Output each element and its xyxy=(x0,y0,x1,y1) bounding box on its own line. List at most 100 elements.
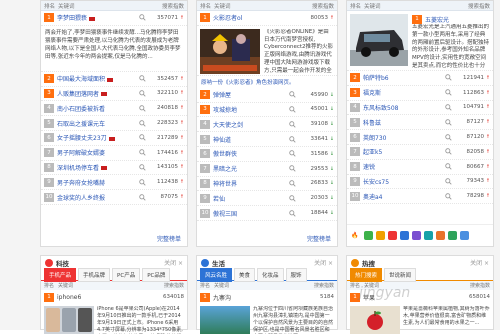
table-row[interactable]: 1 李梦田猥亵 357071 ↑ xyxy=(41,11,187,26)
table-row[interactable]: 8 深圳机场停车看 143105 ↑ xyxy=(41,161,187,176)
table-row[interactable]: 1 九寨沟 5184 xyxy=(197,290,337,304)
keyword-link[interactable]: iphone6 xyxy=(57,294,156,301)
tab-clothing[interactable]: 服饰 xyxy=(285,267,307,282)
keyword-link[interactable]: 若仙 xyxy=(213,194,285,203)
tab-pc-products[interactable]: PC产品 xyxy=(112,267,141,282)
search-icon[interactable] xyxy=(139,90,146,97)
app-icon[interactable] xyxy=(400,231,410,240)
search-icon[interactable] xyxy=(139,14,146,22)
search-icon[interactable] xyxy=(139,164,146,171)
tab-phone-brands[interactable]: 手机品牌 xyxy=(78,267,111,282)
search-icon[interactable] xyxy=(289,165,296,172)
search-icon[interactable] xyxy=(139,105,146,112)
keyword-link[interactable]: 速锐 xyxy=(363,162,441,171)
keyword-link[interactable]: 长安cs75 xyxy=(363,177,441,186)
tab-food[interactable]: 美食 xyxy=(234,267,256,282)
table-row[interactable]: 10 奥迪a4 78298 ↑ xyxy=(347,189,493,205)
table-row[interactable]: 5 神仙道 33641 ↓ xyxy=(197,132,337,147)
close-button[interactable]: 关闭 × xyxy=(470,258,489,267)
app-icon[interactable] xyxy=(448,231,458,240)
keyword-link[interactable]: 弹弹屋 xyxy=(213,90,285,99)
keyword-link[interactable]: 福克斯 xyxy=(363,88,441,97)
close-button[interactable]: 关闭 × xyxy=(314,258,333,267)
table-row[interactable]: 6 英朗730 87120 ↑ xyxy=(347,130,493,145)
search-icon[interactable] xyxy=(289,91,296,98)
search-icon[interactable] xyxy=(139,179,146,186)
table-row[interactable]: 10 傲视三国 18844 ↓ xyxy=(197,206,337,221)
search-icon[interactable] xyxy=(139,193,146,201)
table-row[interactable]: 7 男子阿解破女婿婆 174416 ↑ xyxy=(41,146,187,161)
search-icon[interactable] xyxy=(289,135,296,143)
keyword-link[interactable]: 英朗730 xyxy=(363,133,441,142)
tab-phone-products[interactable]: 手机产品 xyxy=(44,267,77,282)
search-icon[interactable] xyxy=(445,133,452,141)
keyword-link[interactable]: 南小石团委被拆看 xyxy=(57,104,135,113)
table-row[interactable]: 5 科鲁兹 87127 ↑ xyxy=(347,115,493,131)
keyword-link[interactable]: 黑暗之光 xyxy=(213,164,285,173)
keyword-link[interactable]: 人贩集团落网者 xyxy=(57,89,135,98)
tab-pc-brands[interactable]: PC品牌 xyxy=(142,267,171,282)
table-row[interactable]: 3 人贩集团落网者 322110 ↑ xyxy=(41,87,187,102)
app-icon[interactable] xyxy=(460,231,470,240)
close-button[interactable]: 关闭 × xyxy=(164,258,183,267)
keyword-link[interactable]: 起亚k5 xyxy=(363,147,441,156)
search-icon[interactable] xyxy=(139,75,146,82)
table-row[interactable]: 9 男子奔府女抢嘴赫 112438 ↑ xyxy=(41,175,187,191)
table-row[interactable]: 9 长安cs75 79343 ↑ xyxy=(347,175,493,190)
keyword-link[interactable]: 男子奔府女抢嘴赫 xyxy=(57,178,135,187)
search-icon[interactable] xyxy=(445,119,452,126)
search-icon[interactable] xyxy=(445,74,452,82)
search-icon[interactable] xyxy=(289,150,296,157)
tab-scenic[interactable]: 风云名胜 xyxy=(200,267,233,282)
keyword-link[interactable]: 神将世界 xyxy=(213,179,285,188)
search-icon[interactable] xyxy=(139,119,146,127)
keyword-link[interactable]: 女子摇腰丈夫23刀 xyxy=(57,133,135,142)
table-row[interactable]: 2 弹弹屋 45990 ↓ xyxy=(197,88,337,103)
search-icon[interactable] xyxy=(445,193,452,200)
search-icon[interactable] xyxy=(445,178,452,185)
search-icon[interactable] xyxy=(139,149,146,156)
keyword-link[interactable]: 李梦田猥亵 xyxy=(57,13,135,22)
table-row[interactable]: 8 速锐 80667 ↑ xyxy=(347,160,493,175)
keyword-link[interactable]: 大天使之剑 xyxy=(213,120,285,129)
search-icon[interactable] xyxy=(445,148,452,155)
table-row[interactable]: 4 东风标致508 104791 ↑ xyxy=(347,101,493,116)
keyword-link[interactable]: 傲视三国 xyxy=(213,209,285,218)
keyword-link[interactable]: 深圳机场停车看 xyxy=(57,163,135,172)
tab-news[interactable]: 世说新闻 xyxy=(384,267,417,282)
more-link[interactable]: 完整榜单 xyxy=(157,234,181,243)
app-icon[interactable] xyxy=(376,231,386,240)
table-row[interactable]: 3 攻城掠地 45001 ↓ xyxy=(197,103,337,118)
table-row[interactable]: 4 大天使之剑 39108 ↓ xyxy=(197,117,337,133)
keyword-link[interactable]: 科鲁兹 xyxy=(363,118,441,127)
table-row[interactable]: 9 若仙 20303 ↓ xyxy=(197,191,337,207)
more-link[interactable]: 完整榜单 xyxy=(307,234,331,243)
search-icon[interactable] xyxy=(289,121,296,128)
keyword-link[interactable]: 石取出之援课元车 xyxy=(57,119,135,128)
table-row[interactable]: 8 神将世界 26833 ↓ xyxy=(197,177,337,192)
table-row[interactable]: 2 中国最大海域面积 352457 ↑ xyxy=(41,72,187,87)
app-icon[interactable] xyxy=(364,231,374,240)
table-row[interactable]: 6 女子摇腰丈夫23刀 217289 ↑ xyxy=(41,131,187,146)
app-icon[interactable] xyxy=(424,231,434,240)
search-icon[interactable] xyxy=(289,195,296,202)
car-thumbnail[interactable] xyxy=(350,14,408,66)
search-icon[interactable] xyxy=(445,104,452,111)
search-icon[interactable] xyxy=(289,180,296,187)
app-icon[interactable] xyxy=(436,231,446,240)
app-icon[interactable] xyxy=(412,231,422,240)
keyword-link[interactable]: 火影忍者ol xyxy=(213,13,300,22)
tab-hot-search[interactable]: 热门搜索 xyxy=(350,267,383,282)
keyword-link[interactable]: 神仙道 xyxy=(213,135,285,144)
table-row[interactable]: 7 起亚k5 82058 ↑ xyxy=(347,145,493,160)
keyword-link[interactable]: 中国最大海域面积 xyxy=(57,74,135,83)
keyword-link[interactable]: 金球奖的人乡终报 xyxy=(57,193,135,202)
keyword-link[interactable]: 男子阿解破女婿婆 xyxy=(57,148,135,157)
search-icon[interactable] xyxy=(445,163,452,170)
keyword-link[interactable]: 东风标致508 xyxy=(363,103,441,112)
table-row[interactable]: 5 石取出之援课元车 228323 ↑ xyxy=(41,116,187,131)
table-row[interactable]: 1 iphone6 634018 xyxy=(41,290,187,304)
table-row[interactable]: 7 黑暗之光 29553 ↓ xyxy=(197,162,337,177)
keyword-link[interactable]: 奥迪a4 xyxy=(363,192,441,201)
keyword-link[interactable]: 帕萨特b6 xyxy=(363,73,441,82)
